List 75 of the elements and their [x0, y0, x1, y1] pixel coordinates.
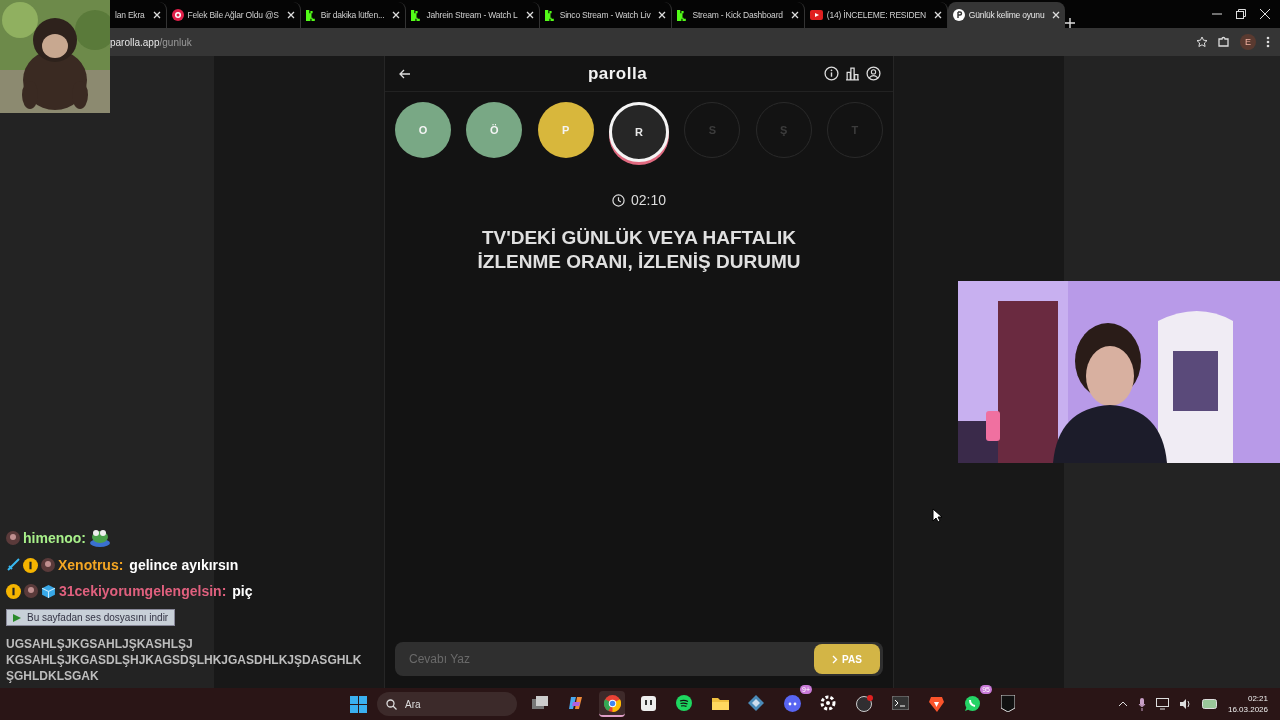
avatar-badge-icon: [24, 584, 38, 598]
p-logo-icon: [952, 9, 965, 21]
avatar-badge-icon: [41, 558, 55, 572]
speaker-icon[interactable]: [1178, 698, 1192, 710]
question-text: TV'DEKİ GÜNLÜK VEYA HAFTALIK İZLENME ORANI, İZLENİŞ DURUMU: [476, 226, 802, 274]
coin-badge-icon: [23, 557, 38, 573]
play-icon: [809, 10, 823, 20]
profile-avatar[interactable]: E: [1240, 34, 1256, 50]
chat-message: ŞGHLDKLSGAK: [6, 668, 99, 684]
menu-icon[interactable]: [1266, 36, 1270, 48]
avatar-badge-icon: [6, 531, 20, 545]
chat-message: gelince ayıkırsın: [129, 557, 239, 573]
play-icon: [13, 613, 21, 622]
close-icon[interactable]: [152, 11, 161, 19]
info-icon[interactable]: [824, 66, 839, 81]
chat-username: Xenotrus:: [58, 557, 124, 573]
chat-message: KGSAHLŞJKGASDLŞHJKAGSDŞLHKJGASDHLKJŞDASGHLK: [6, 652, 362, 668]
browser-tab[interactable]: Günlük kelime oyunu: [947, 2, 1066, 28]
gear-icon: [820, 695, 836, 711]
star-icon[interactable]: [1196, 36, 1208, 48]
search-field[interactable]: Ara: [377, 692, 517, 716]
letter-circle: O: [395, 102, 451, 158]
microphone-icon[interactable]: [1137, 697, 1146, 711]
app-icon: [640, 695, 656, 711]
chat-username: 31cekiyorumgelengelsin:: [59, 583, 227, 599]
new-tab-icon[interactable]: [1065, 18, 1076, 28]
search-icon: [386, 699, 397, 710]
clock-icon: [611, 193, 625, 207]
chat-message: UGSAHLŞJKGSAHLJŞKASHLŞJ: [6, 636, 193, 652]
clock[interactable]: 02:21 16.03.2026: [1227, 693, 1268, 715]
spotify-icon: [676, 695, 692, 711]
timer: 02:10: [630, 192, 666, 208]
close-icon[interactable]: [286, 11, 295, 19]
chevron-right-icon: [832, 654, 839, 664]
cursor-icon: [932, 508, 942, 523]
letter-circle: P: [537, 102, 594, 158]
close-icon[interactable]: [1052, 11, 1061, 19]
taskbar-app[interactable]: [599, 691, 625, 717]
user-icon[interactable]: [866, 66, 881, 81]
back-arrow-icon[interactable]: [399, 68, 411, 79]
monitor-icon[interactable]: [1155, 698, 1169, 710]
whatsapp-icon: [963, 694, 981, 712]
close-icon[interactable]: [658, 11, 667, 19]
coin-badge-icon: [6, 583, 21, 599]
close-icon[interactable]: [525, 11, 534, 19]
windows-start-icon[interactable]: [350, 695, 367, 713]
chrome-icon: [603, 694, 621, 712]
chat-message: piç: [232, 583, 253, 599]
letter-circle: R: [609, 102, 669, 162]
diamond-icon: [748, 695, 764, 711]
k-logo-icon: [305, 9, 317, 21]
discord-icon: [783, 694, 801, 712]
terminal-icon: [891, 696, 909, 710]
restore-icon[interactable]: [1236, 9, 1246, 19]
chevron-up-icon[interactable]: [1117, 701, 1128, 707]
live-icon: [171, 9, 184, 21]
cube-icon: [41, 583, 56, 599]
k-logo-icon: [677, 9, 689, 21]
close-icon[interactable]: [933, 11, 942, 19]
battery-icon[interactable]: [1201, 699, 1218, 709]
shield-icon: [1001, 694, 1015, 712]
close-icon[interactable]: [392, 11, 401, 19]
close-icon[interactable]: [1260, 9, 1270, 19]
k-logo-icon: [411, 9, 423, 21]
windows-icon: [532, 696, 548, 710]
sword-icon: [6, 558, 20, 572]
app-title: parolla: [586, 63, 649, 84]
folder-icon: [711, 696, 729, 710]
address-field[interactable]: parolla.app/gunluk: [110, 36, 1186, 48]
letter-circle: Ö: [466, 102, 523, 158]
bar-chart-icon[interactable]: [845, 66, 860, 81]
k-logo-icon: [544, 9, 556, 21]
chat-username: himenoo:: [23, 530, 86, 546]
close-icon[interactable]: [790, 11, 799, 19]
download-popup[interactable]: Bu sayfadan ses dosyasını indir: [6, 609, 176, 626]
